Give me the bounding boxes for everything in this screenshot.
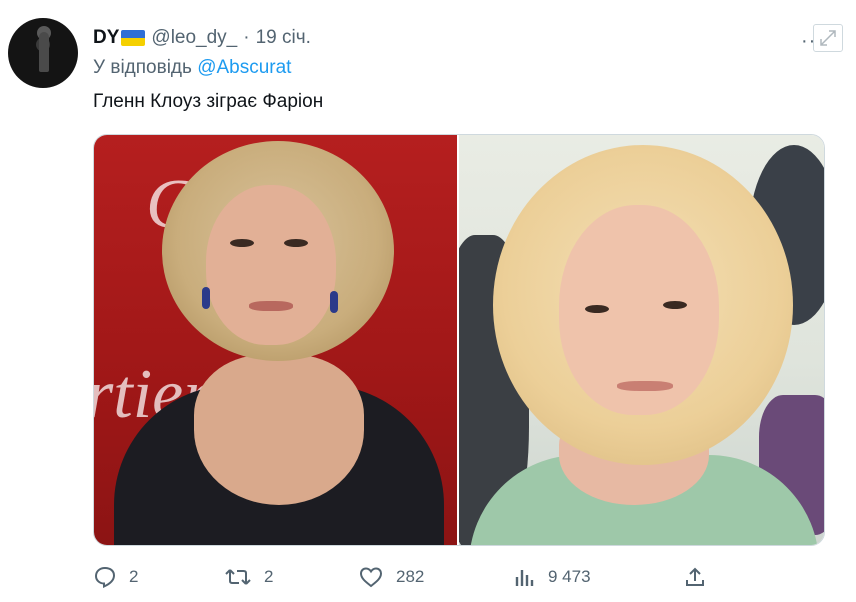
views-button[interactable]: 9 473	[514, 566, 591, 588]
expand-icon[interactable]	[813, 24, 843, 52]
author-name[interactable]: DY	[93, 27, 119, 49]
reply-button[interactable]: 2	[93, 566, 138, 588]
tweet-text: Гленн Клоуз зіграє Фаріон	[93, 91, 324, 112]
views-icon	[515, 570, 534, 586]
retweet-count: 2	[264, 567, 274, 586]
eye-left	[230, 239, 254, 247]
lips-shape-right	[617, 381, 674, 391]
heart-icon	[359, 567, 383, 588]
reply-prefix: У відповідь	[93, 57, 192, 78]
separator: ·	[243, 27, 250, 48]
earring-left	[202, 287, 210, 309]
retweet-button[interactable]: 2	[224, 566, 273, 588]
avatar-figure-body	[39, 32, 49, 72]
share-button[interactable]	[683, 566, 707, 588]
face-shape	[206, 185, 336, 345]
eye-right-right-photo	[663, 301, 688, 309]
reply-icon	[94, 566, 116, 588]
reply-count: 2	[129, 567, 139, 586]
media-photo-left[interactable]: Cartier rtier	[94, 135, 458, 545]
like-count: 282	[396, 567, 425, 586]
timestamp[interactable]: 19 січ.	[256, 27, 311, 49]
reply-mention-link[interactable]: @Abscurat	[197, 57, 291, 78]
media-photo-right[interactable]	[459, 135, 824, 545]
avatar[interactable]	[8, 18, 78, 88]
share-icon	[686, 567, 704, 586]
retweet-icon	[225, 569, 251, 585]
reply-context: У відповідь @Abscurat	[93, 57, 291, 79]
like-button[interactable]: 282	[358, 566, 424, 588]
tweet-action-bar: 2 2 282 9 473	[0, 566, 856, 592]
lips-shape	[249, 301, 293, 311]
neck-shape	[194, 355, 364, 505]
earring-right	[330, 291, 338, 313]
eye-left-right-photo	[585, 305, 610, 313]
views-count: 9 473	[548, 567, 591, 586]
tweet-header: DY @leo_dy_ · 19 січ.	[93, 26, 311, 50]
ukraine-flag-icon	[121, 30, 146, 46]
eye-right	[284, 239, 308, 247]
tweet-media[interactable]: Cartier rtier	[93, 134, 825, 546]
media-divider	[457, 135, 459, 545]
author-handle[interactable]: @leo_dy_	[151, 27, 237, 49]
